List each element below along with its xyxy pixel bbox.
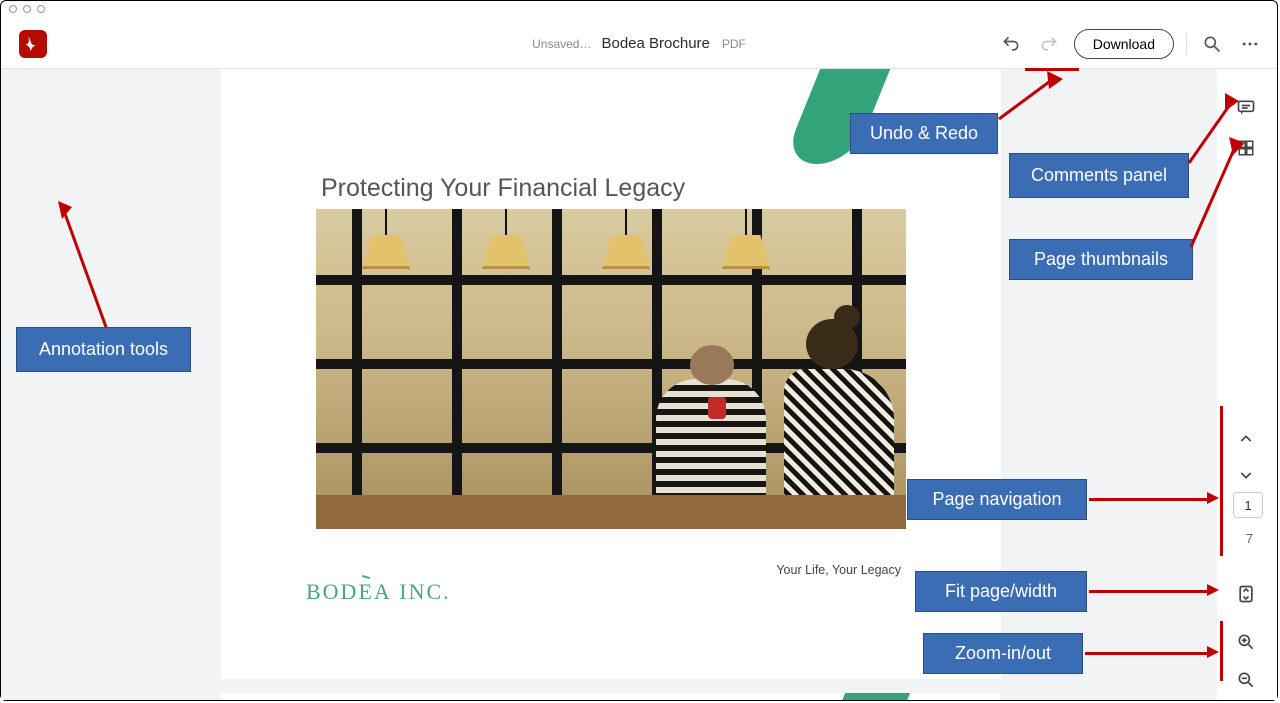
redo-button[interactable] — [1036, 31, 1062, 57]
top-toolbar: Unsaved… Bodea Brochure PDF Download — [1, 19, 1277, 69]
page-heading: Protecting Your Financial Legacy — [321, 174, 685, 203]
document-title: Bodea Brochure — [601, 35, 709, 52]
decorative-shape — [817, 693, 910, 700]
callout-undo-redo: Undo & Redo — [850, 113, 998, 154]
arrow-icon — [1185, 137, 1245, 249]
arrow-icon — [1089, 498, 1209, 501]
download-button[interactable]: Download — [1074, 29, 1174, 59]
unsaved-label: Unsaved… — [532, 37, 591, 51]
marker-line — [1220, 406, 1223, 556]
document-type: PDF — [722, 37, 746, 51]
hero-photo — [316, 209, 906, 529]
arrow-icon — [1207, 492, 1219, 504]
arrow-icon — [997, 71, 1063, 121]
page-up-button[interactable] — [1233, 426, 1259, 452]
callout-comments-panel: Comments panel — [1009, 153, 1189, 198]
page-1: Protecting Your Financial Legacy — [221, 69, 1001, 679]
zoom-in-button[interactable] — [1233, 629, 1259, 655]
callout-thumbnails: Page thumbnails — [1009, 239, 1193, 280]
marker-line — [1220, 621, 1223, 681]
undo-button[interactable] — [998, 31, 1024, 57]
arrow-icon — [1207, 646, 1219, 658]
page-down-button[interactable] — [1233, 462, 1259, 488]
page-total: 7 — [1246, 531, 1253, 546]
arrow-icon — [1089, 590, 1209, 593]
brand-logo-text: BODEA INC. — [306, 579, 451, 605]
more-options-button[interactable] — [1237, 31, 1263, 57]
page-number-input[interactable] — [1233, 492, 1263, 518]
page-tagline: Your Life, Your Legacy — [776, 563, 901, 577]
arrow-icon — [56, 201, 116, 331]
fit-page-width-button[interactable] — [1233, 581, 1259, 607]
callout-zoom: Zoom-in/out — [923, 633, 1083, 674]
document-title-group: Unsaved… Bodea Brochure PDF — [532, 35, 746, 52]
callout-fit: Fit page/width — [915, 571, 1087, 612]
arrow-icon — [1207, 584, 1219, 596]
divider — [1186, 33, 1187, 55]
zoom-out-button[interactable] — [1233, 667, 1259, 693]
window-traffic-lights — [9, 5, 45, 13]
callout-page-navigation: Page navigation — [907, 479, 1087, 520]
acrobat-app-icon — [19, 30, 47, 58]
arrow-icon — [1085, 652, 1209, 655]
page-2-peek — [221, 693, 1001, 700]
search-button[interactable] — [1199, 31, 1225, 57]
callout-annotation-tools: Annotation tools — [16, 327, 191, 372]
